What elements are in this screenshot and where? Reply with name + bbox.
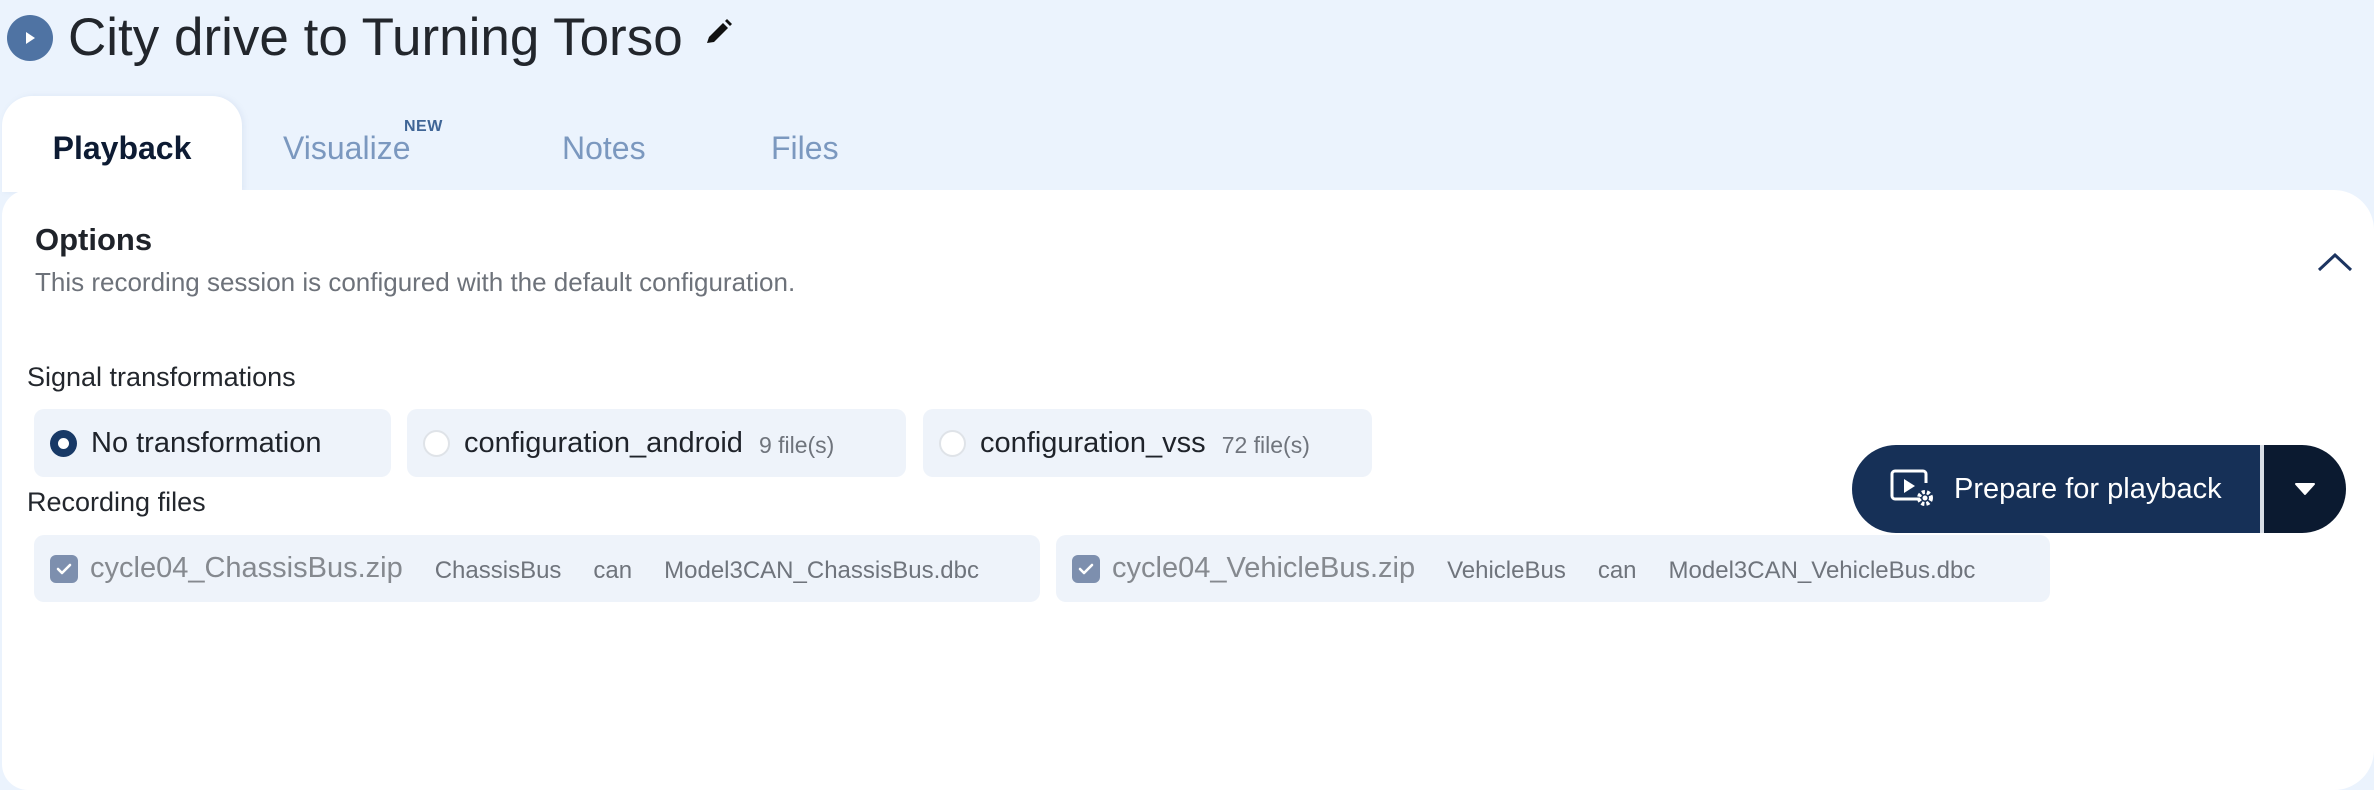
signal-transformations-label: Signal transformations bbox=[27, 362, 296, 392]
page-header: City drive to Turning Torso bbox=[7, 8, 733, 67]
file-checkbox[interactable] bbox=[1072, 554, 1100, 583]
options-title: Options bbox=[35, 222, 153, 257]
recording-file-item: cycle04_VehicleBus.zip VehicleBus can Mo… bbox=[1056, 535, 2050, 602]
caret-down-icon bbox=[2295, 483, 2315, 495]
page-title: City drive to Turning Torso bbox=[68, 8, 683, 67]
tab-notes-label: Notes bbox=[562, 129, 646, 166]
transformation-option-vss[interactable]: configuration_vss 72 file(s) bbox=[923, 409, 1372, 477]
tab-playback[interactable]: Playback bbox=[2, 96, 242, 192]
tab-files[interactable]: Files bbox=[771, 96, 839, 192]
tab-notes[interactable]: Notes bbox=[562, 96, 646, 192]
transformation-option-android[interactable]: configuration_android 9 file(s) bbox=[407, 409, 906, 477]
new-badge: NEW bbox=[404, 118, 443, 135]
option-file-count: 72 file(s) bbox=[1221, 431, 1310, 458]
check-icon bbox=[56, 563, 72, 574]
file-protocol: can bbox=[1597, 556, 1637, 584]
file-protocol: can bbox=[593, 556, 633, 584]
file-name: cycle04_VehicleBus.zip bbox=[1112, 552, 1416, 584]
file-bus: ChassisBus bbox=[434, 556, 562, 584]
radio-selected[interactable] bbox=[50, 429, 77, 457]
transformation-option-none[interactable]: No transformation bbox=[34, 409, 391, 477]
tab-bar: Playback Visualize NEW Notes Files bbox=[0, 96, 1000, 192]
chevron-up-icon bbox=[2317, 252, 2353, 272]
radio-unselected[interactable] bbox=[939, 429, 966, 457]
tab-files-label: Files bbox=[771, 129, 839, 166]
radio-unselected[interactable] bbox=[423, 429, 450, 457]
option-file-count: 9 file(s) bbox=[758, 431, 835, 458]
prepare-for-playback-label: Prepare for playback bbox=[1954, 472, 2222, 505]
option-label: configuration_vss bbox=[980, 426, 1206, 459]
pencil-icon[interactable] bbox=[703, 18, 733, 48]
options-description: This recording session is configured wit… bbox=[35, 267, 796, 297]
recording-files-label: Recording files bbox=[27, 487, 206, 517]
file-name: cycle04_ChassisBus.zip bbox=[90, 552, 403, 584]
collapse-options-button[interactable] bbox=[2312, 244, 2358, 280]
tab-visualize[interactable]: Visualize NEW bbox=[283, 96, 442, 192]
video-settings-icon bbox=[1890, 469, 1933, 506]
tab-visualize-label: Visualize bbox=[283, 129, 411, 166]
file-dbc: Model3CAN_ChassisBus.dbc bbox=[664, 556, 979, 584]
file-dbc: Model3CAN_VehicleBus.dbc bbox=[1668, 556, 1976, 584]
play-circle-icon bbox=[7, 15, 53, 61]
tab-playback-label: Playback bbox=[52, 129, 192, 166]
option-label: No transformation bbox=[91, 426, 322, 459]
prepare-for-playback-button[interactable]: Prepare for playback bbox=[1852, 445, 2260, 533]
check-icon bbox=[1078, 563, 1094, 574]
file-checkbox[interactable] bbox=[50, 554, 78, 583]
file-bus: VehicleBus bbox=[1447, 556, 1566, 584]
recording-file-item: cycle04_ChassisBus.zip ChassisBus can Mo… bbox=[34, 535, 1040, 602]
option-label: configuration_android bbox=[464, 426, 743, 459]
